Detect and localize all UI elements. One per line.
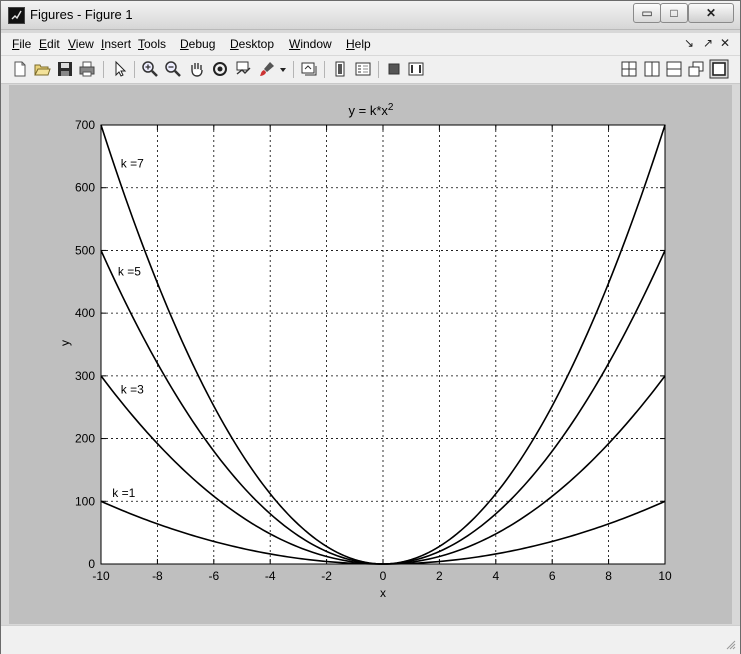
y-tick-label: 100	[75, 494, 95, 508]
x-tick-label: 8	[605, 569, 612, 583]
tile-grid-icon[interactable]	[620, 60, 638, 78]
x-axis-label: x	[380, 586, 386, 600]
chart-title: y = k*x2	[349, 102, 394, 118]
x-tick-label: -2	[321, 569, 332, 583]
series-label: k =1	[112, 486, 135, 500]
resize-grip-icon[interactable]	[726, 640, 736, 650]
series-label: k =7	[121, 157, 144, 171]
minimize-icon: ▭	[641, 6, 653, 20]
x-tick-label: -10	[92, 569, 110, 583]
y-tick-label: 0	[88, 557, 95, 571]
toolbar-separator	[103, 61, 104, 78]
menu-edit[interactable]: Edit	[39, 37, 60, 51]
dock-arrow-icon[interactable]: ↘	[684, 36, 694, 50]
edit-plot-arrow-icon[interactable]	[111, 60, 129, 78]
tile-rows-icon[interactable]	[665, 60, 683, 78]
x-tick-label: -4	[265, 569, 276, 583]
undock-arrow-icon[interactable]: ↗	[703, 36, 713, 50]
zoom-out-icon[interactable]	[164, 60, 182, 78]
x-tick-label: -8	[152, 569, 163, 583]
new-figure-icon[interactable]	[11, 60, 29, 78]
x-tick-label: 2	[436, 569, 443, 583]
tile-columns-icon[interactable]	[643, 60, 661, 78]
maximize-icon: □	[670, 6, 678, 20]
menu-help[interactable]: Help	[346, 37, 371, 51]
brush-icon[interactable]	[258, 60, 276, 78]
chart-title-text: y = k*x	[349, 103, 389, 118]
series-label: k =5	[118, 265, 141, 279]
close-icon: ✕	[705, 6, 717, 20]
close-button[interactable]: ✕	[688, 3, 734, 23]
menu-view[interactable]: View	[68, 37, 94, 51]
open-file-icon[interactable]	[33, 60, 51, 78]
y-tick-label: 600	[75, 181, 95, 195]
status-bar	[1, 625, 740, 654]
maximize-button[interactable]: □	[660, 3, 688, 23]
legend-icon[interactable]	[354, 60, 372, 78]
y-tick-label: 700	[75, 118, 95, 132]
figure-canvas[interactable]: -10 -8 -6 -4 -2 0 2 4 6 8 10 0 100 200 300 400 500 600 700…	[9, 85, 732, 624]
x-tick-label: 6	[549, 569, 556, 583]
float-icon[interactable]	[687, 60, 705, 78]
menu-desktop[interactable]: Desktop	[230, 37, 274, 51]
x-tick-label: 0	[380, 569, 387, 583]
brush-dropdown-icon[interactable]	[278, 60, 288, 78]
toolbar-separator	[293, 61, 294, 78]
menu-window[interactable]: Window	[289, 37, 332, 51]
hide-plot-tools-icon[interactable]	[385, 60, 403, 78]
pan-hand-icon[interactable]	[188, 60, 206, 78]
maximize-figure-icon[interactable]	[709, 59, 729, 79]
menu-debug[interactable]: Debug	[180, 37, 215, 51]
matlab-app-icon	[8, 7, 25, 24]
menu-tools[interactable]: Tools	[138, 37, 166, 51]
y-tick-label: 400	[75, 306, 95, 320]
y-tick-label: 300	[75, 369, 95, 383]
figure-toolbar	[1, 56, 740, 84]
minimize-button[interactable]: ▭	[633, 3, 661, 23]
menu-insert[interactable]: Insert	[101, 37, 131, 51]
rotate-3d-icon[interactable]	[211, 60, 229, 78]
show-plot-tools-icon[interactable]	[407, 60, 425, 78]
zoom-in-icon[interactable]	[141, 60, 159, 78]
save-icon[interactable]	[56, 60, 74, 78]
link-plot-icon[interactable]	[300, 60, 318, 78]
toolbar-separator	[134, 61, 135, 78]
x-tick-label: 10	[658, 569, 672, 583]
y-tick-label: 500	[75, 243, 95, 257]
close-figure-icon[interactable]: ✕	[720, 36, 730, 50]
print-icon[interactable]	[78, 60, 96, 78]
series-label: k =3	[121, 382, 144, 396]
x-tick-label: 4	[492, 569, 499, 583]
colorbar-icon[interactable]	[331, 60, 349, 78]
menu-bar: File Edit View Insert Tools Debug Deskto…	[1, 33, 740, 55]
y-axis-label: y	[58, 340, 72, 346]
chart-title-superscript: 2	[388, 102, 394, 113]
parabola-chart[interactable]: -10 -8 -6 -4 -2 0 2 4 6 8 100100200300400500600700…	[9, 85, 732, 624]
toolbar-separator	[324, 61, 325, 78]
window-title: Figures - Figure 1	[30, 7, 133, 22]
title-bar[interactable]: Figures - Figure 1 ▭ □ ✕	[1, 1, 740, 30]
data-cursor-icon[interactable]	[234, 60, 252, 78]
menu-file[interactable]: File	[12, 37, 31, 51]
toolbar-separator	[378, 61, 379, 78]
y-tick-label: 200	[75, 432, 95, 446]
figure-window: Figures - Figure 1 ▭ □ ✕ File Edit View …	[0, 0, 741, 654]
x-tick-label: -6	[208, 569, 219, 583]
